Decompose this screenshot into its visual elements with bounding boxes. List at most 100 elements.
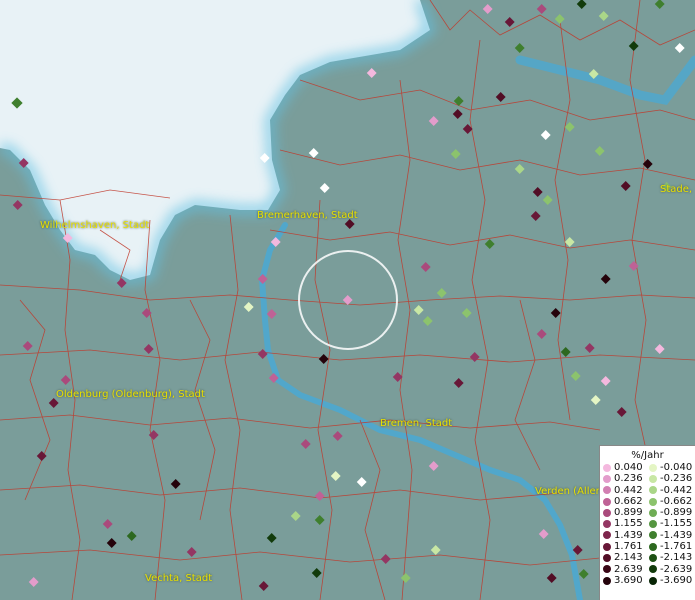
legend-swatch — [649, 542, 657, 551]
city-label-bremerhaven: Bremerhaven, Stadt — [257, 210, 358, 221]
legend-label: 3.690 — [614, 574, 643, 586]
legend-entry: -0.662 — [649, 496, 695, 507]
station-marker — [258, 581, 269, 591]
legend-label: 1.439 — [614, 529, 643, 541]
station-marker — [598, 11, 609, 21]
station-marker — [504, 17, 515, 27]
legend-label: -0.899 — [660, 507, 693, 519]
legend-label: -2.143 — [660, 552, 693, 564]
station-marker — [530, 211, 541, 221]
legend-entry: -0.040 — [649, 462, 695, 473]
legend-swatch — [603, 554, 611, 563]
legend-label: 0.236 — [614, 473, 643, 485]
station-marker — [356, 477, 367, 487]
station-marker — [450, 149, 461, 159]
station-marker — [594, 146, 605, 156]
station-marker — [319, 183, 330, 193]
legend-entry: -0.442 — [649, 485, 695, 496]
station-marker — [600, 376, 611, 386]
station-marker — [342, 295, 353, 305]
station-marker — [143, 344, 154, 354]
legend-swatch — [649, 554, 657, 563]
legend-entry: 1.155 — [603, 518, 649, 529]
station-marker — [318, 354, 329, 364]
station-marker — [540, 130, 551, 140]
station-marker — [428, 116, 439, 126]
station-marker — [674, 43, 685, 53]
legend-swatch — [603, 463, 611, 472]
legend-swatch — [603, 576, 611, 585]
legend-entry: -1.761 — [649, 541, 695, 552]
station-marker — [495, 92, 506, 102]
legend-swatch — [603, 474, 611, 483]
legend-label: 2.639 — [614, 563, 643, 575]
legend-entry: 0.040 — [603, 462, 649, 473]
station-marker — [546, 573, 557, 583]
legend-entry: 2.143 — [603, 552, 649, 563]
legend-label: -1.155 — [660, 518, 693, 530]
city-label-verden: Verden (Aller) — [535, 486, 604, 497]
legend-entry: -3.690 — [649, 575, 695, 586]
legend-swatch — [603, 542, 611, 551]
legend-swatch — [649, 497, 657, 506]
station-marker — [654, 0, 665, 9]
legend-entry: 2.639 — [603, 564, 649, 575]
station-marker — [430, 545, 441, 555]
legend-swatch — [603, 486, 611, 495]
legend-entry: -0.236 — [649, 473, 695, 484]
station-marker — [266, 309, 277, 319]
station-marker — [428, 461, 439, 471]
station-marker — [266, 533, 277, 543]
legend-entry: 3.690 — [603, 575, 649, 586]
legend-unit: %/Jahr — [631, 450, 664, 461]
station-marker — [542, 195, 553, 205]
legend-swatch — [649, 474, 657, 483]
station-marker — [311, 568, 322, 578]
legend-positive-column: 0.040 0.236 0.442 0.662 0.899 1.155 1.43… — [603, 462, 649, 586]
station-marker — [420, 262, 431, 272]
legend-negative-column: -0.040 -0.236 -0.442 -0.662 -0.899 -1.15… — [649, 462, 695, 586]
station-marker — [106, 538, 117, 548]
legend-label: 1.761 — [614, 541, 643, 553]
legend-label: -0.662 — [660, 495, 693, 507]
station-marker — [514, 164, 525, 174]
station-marker — [366, 68, 377, 78]
legend-swatch — [649, 565, 657, 574]
station-marker — [560, 347, 571, 357]
legend-label: -0.040 — [660, 462, 693, 473]
legend-entry: -1.155 — [649, 518, 695, 529]
station-marker — [642, 159, 653, 169]
station-marker — [536, 4, 547, 14]
map-view[interactable]: Wilhelmshaven, Stadt Bremerhaven, Stadt … — [0, 0, 695, 600]
legend-swatch — [649, 576, 657, 585]
station-marker — [564, 237, 575, 247]
city-label-bremen: Bremen, Stadt — [380, 418, 453, 429]
legend-entry: 1.761 — [603, 541, 649, 552]
legend-label: 0.442 — [614, 484, 643, 496]
legend-swatch — [649, 508, 657, 517]
station-marker — [380, 554, 391, 564]
legend-label: -3.690 — [660, 574, 693, 586]
station-marker — [484, 239, 495, 249]
station-marker — [554, 14, 565, 24]
station-marker — [532, 187, 543, 197]
station-marker — [620, 181, 631, 191]
legend-label: 2.143 — [614, 552, 643, 564]
station-marker — [126, 531, 137, 541]
station-marker — [564, 122, 575, 132]
station-marker — [578, 569, 589, 579]
station-marker — [584, 343, 595, 353]
legend-swatch — [603, 520, 611, 529]
station-marker — [576, 0, 587, 9]
weser-river — [258, 222, 583, 600]
station-marker — [243, 302, 254, 312]
station-marker — [186, 547, 197, 557]
city-label-vechta: Vechta, Stadt — [145, 573, 213, 584]
station-marker — [60, 375, 71, 385]
legend-entry: 0.662 — [603, 496, 649, 507]
legend-entry: -0.899 — [649, 507, 695, 518]
station-marker — [453, 378, 464, 388]
station-marker — [550, 308, 561, 318]
legend-label: 1.155 — [614, 518, 643, 530]
legend-swatch — [603, 497, 611, 506]
